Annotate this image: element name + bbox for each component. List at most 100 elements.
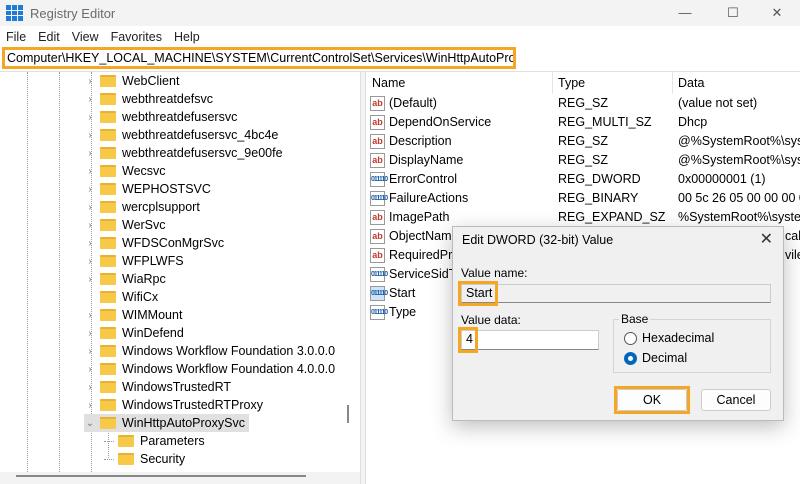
chevron-icon[interactable]: › [84,310,96,321]
value-row[interactable]: ab Description REG_SZ @%SystemRoot%\syste [370,132,800,151]
address-bar[interactable]: Computer\HKEY_LOCAL_MACHINE\SYSTEM\Curre… [2,47,516,69]
tree-item[interactable]: › WEPHOSTSVC [84,180,211,198]
chevron-icon[interactable]: › [84,112,96,123]
menu-file[interactable]: File [0,30,32,44]
chevron-icon[interactable]: › [84,328,96,339]
tree-connector[interactable] [104,458,114,460]
hexadecimal-radio[interactable]: Hexadecimal [624,331,714,345]
value-name-field[interactable]: Start [461,284,771,303]
value-name: FailureActions [389,191,469,205]
chevron-icon[interactable]: › [84,400,96,411]
tree-item[interactable]: › Wecsvc [84,162,165,180]
tree-guide [59,72,60,472]
folder-icon [100,219,116,231]
folder-icon [118,453,134,465]
value-row[interactable]: 011​110 FailureActions REG_BINARY 00 5c 26 … [370,189,800,208]
tree-item[interactable]: › WiaRpc [84,270,165,288]
column-separator[interactable] [672,72,673,94]
scrollbar-thumb[interactable] [16,475,306,477]
highlight-box [614,386,690,414]
folder-icon [100,147,116,159]
tree-item-label: wercplsupport [122,200,200,214]
menu-help[interactable]: Help [168,30,206,44]
tree-item[interactable]: › WindowsTrustedRTProxy [84,396,263,414]
value-type: REG_EXPAND_SZ [558,210,666,224]
tree-item[interactable]: › webthreatdefusersvc_9e00fe [84,144,282,162]
tree-item-label: WindowsTrustedRTProxy [122,398,264,412]
chevron-icon[interactable]: › [84,148,96,159]
chevron-icon[interactable]: › [84,94,96,105]
menu-view[interactable]: View [66,30,105,44]
tree-item[interactable]: › wercplsupport [84,198,200,216]
tree-item[interactable]: › WIMMount [84,306,182,324]
value-row[interactable]: ab DisplayName REG_SZ @%SystemRoot%\syste [370,151,800,170]
chevron-icon[interactable]: › [84,238,96,249]
cancel-button[interactable]: Cancel [701,389,771,411]
value-name: DependOnService [389,115,492,129]
menu-favorites[interactable]: Favorites [105,30,168,44]
pane-splitter[interactable] [360,72,366,484]
chevron-icon[interactable]: › [84,382,96,393]
folder-icon [100,201,116,213]
tree-item-label: Parameters [140,434,205,448]
tree-item[interactable]: ⌄ WinHttpAutoProxySvc [84,414,249,432]
value-type: REG_DWORD [558,172,641,186]
value-row[interactable]: ab ImagePath REG_EXPAND_SZ %SystemRoot%\sys… [370,208,800,227]
chevron-icon[interactable]: › [84,184,96,195]
tree-item[interactable]: › WerSvc [84,216,165,234]
tree-item-label: webthreatdefusersvc [122,110,238,124]
string-value-icon: ab [370,229,385,244]
value-type: REG_SZ [558,96,609,110]
column-separator[interactable] [552,72,553,94]
chevron-icon[interactable]: › [84,130,96,141]
tree-item[interactable]: › Windows Workflow Foundation 4.0.0.0 [84,360,335,378]
column-type[interactable]: Type [558,76,585,90]
tree-item[interactable]: › WFPLWFS [84,252,183,270]
binary-value-icon: 011​110 [370,172,388,187]
value-data-input[interactable]: 4 [461,330,599,350]
tree-connector[interactable] [104,440,114,442]
chevron-icon[interactable]: ⌄ [84,418,96,429]
window-title: Registry Editor [30,5,116,21]
column-data[interactable]: Data [678,76,704,90]
tree-item[interactable]: Security [104,450,185,468]
tree-item[interactable]: › WindowsTrustedRT [84,378,231,396]
tree-item[interactable]: › WFDSConMgrSvc [84,234,224,252]
tree-item-label: webthreatdefsvc [122,92,214,106]
tree-horizontal-scrollbar[interactable] [0,472,360,484]
chevron-icon[interactable]: › [84,220,96,231]
tree-item[interactable]: › WebClient [84,72,179,90]
tree-item[interactable]: › webthreatdefsvc [84,90,213,108]
folder-icon [100,345,116,357]
tree-scrollbar[interactable] [347,405,349,423]
close-button[interactable]: ✕ [754,0,800,26]
decimal-radio[interactable]: Decimal [624,351,687,365]
chevron-icon[interactable]: › [84,256,96,267]
minimize-button[interactable]: — [662,0,708,26]
value-data-label: Value data: [461,313,521,327]
tree-item[interactable]: Parameters [104,432,205,450]
maximize-button[interactable]: ☐ [710,0,756,26]
tree-item[interactable]: › WinDefend [84,324,184,342]
folder-icon [100,309,116,321]
base-label: Base [619,312,651,326]
value-row[interactable]: 011​110 ErrorControl REG_DWORD 0x00000001 (… [370,170,800,189]
tree-item[interactable]: › webthreatdefusersvc [84,108,237,126]
folder-icon [100,165,116,177]
folder-icon [100,129,116,141]
value-row[interactable]: ab (Default) REG_SZ (value not set) [370,94,800,113]
chevron-icon[interactable]: › [84,364,96,375]
menu-edit[interactable]: Edit [32,30,66,44]
tree-item-label: WinHttpAutoProxySvc [122,416,245,430]
close-icon[interactable]: ✕ [760,229,773,249]
tree-item[interactable]: WifiCx [84,288,158,306]
chevron-icon[interactable]: › [84,76,96,87]
column-name[interactable]: Name [372,76,405,90]
tree-item[interactable]: › Windows Workflow Foundation 3.0.0.0 [84,342,335,360]
chevron-icon[interactable]: › [84,166,96,177]
chevron-icon[interactable]: › [84,346,96,357]
tree-item[interactable]: › webthreatdefusersvc_4bc4e [84,126,278,144]
value-row[interactable]: ab DependOnService REG_MULTI_SZ Dhcp [370,113,800,132]
chevron-icon[interactable]: › [84,202,96,213]
chevron-icon[interactable]: › [84,274,96,285]
